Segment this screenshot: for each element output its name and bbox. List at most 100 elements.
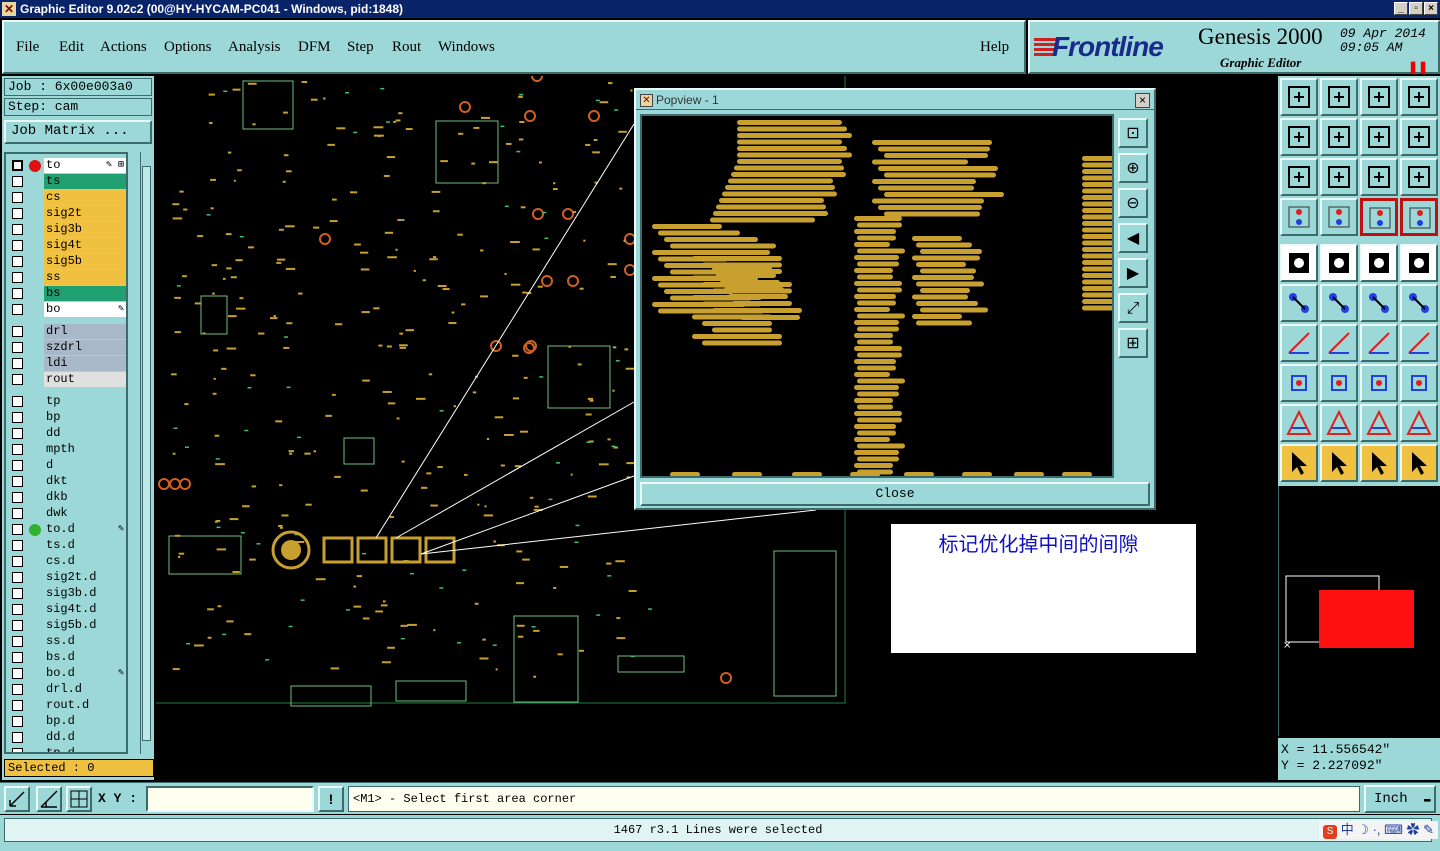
layer-row-szdrl[interactable]: szdrl <box>8 340 126 355</box>
layer-name[interactable]: dkb <box>44 490 126 505</box>
layer-name[interactable]: bp.d <box>44 714 126 729</box>
layer-name[interactable]: sig3b <box>44 222 126 237</box>
zoom-window-button[interactable]: ⊡ <box>1118 118 1148 148</box>
menu-analysis[interactable]: Analysis <box>228 39 281 56</box>
layer-name[interactable]: sig4t.d <box>44 602 126 617</box>
minimize-button[interactable]: _ <box>1394 2 1408 15</box>
layer-checkbox[interactable] <box>12 524 23 535</box>
layer-name[interactable]: sig3b.d <box>44 586 126 601</box>
layer-checkbox[interactable] <box>12 540 23 551</box>
layer-checkbox[interactable] <box>12 240 23 251</box>
layer-name[interactable]: to ✎ ⊞ <box>44 158 126 173</box>
sogou-icon[interactable]: S <box>1323 825 1338 839</box>
layer-name[interactable]: dkt <box>44 474 126 489</box>
layer-row-dwk[interactable]: dwk <box>8 506 126 521</box>
menu-actions[interactable]: Actions <box>100 39 147 56</box>
polygon-edit-button[interactable] <box>1360 404 1398 442</box>
layer-row-dkb[interactable]: dkb <box>8 490 126 505</box>
menu-step[interactable]: Step <box>347 39 374 56</box>
zoom-in-button[interactable]: ⊕ <box>1118 153 1148 183</box>
maximize-button[interactable]: ▫ <box>1409 2 1423 15</box>
layer-checkbox[interactable] <box>12 374 23 385</box>
zoom-out-button[interactable]: ⊖ <box>1118 188 1148 218</box>
layer-name[interactable]: ss.d <box>44 634 126 649</box>
home-button[interactable] <box>1360 78 1398 116</box>
layer-name[interactable]: cs <box>44 190 126 205</box>
layer-row-cs-d[interactable]: cs.d <box>8 554 126 569</box>
polygon-fill-button[interactable] <box>1400 404 1438 442</box>
layer-checkbox[interactable] <box>12 192 23 203</box>
menu-file[interactable]: File <box>16 39 39 56</box>
layer-checkbox[interactable] <box>12 412 23 423</box>
layer-checkbox[interactable] <box>12 508 23 519</box>
layer-name[interactable]: bp <box>44 410 126 425</box>
menu-options[interactable]: Options <box>164 39 212 56</box>
copy-feature-button[interactable] <box>1400 284 1438 322</box>
ime-toolbar[interactable]: S 中 ☽ ·, ⌨ ✿ ✎ <box>1319 821 1438 839</box>
layer-checkbox[interactable] <box>12 476 23 487</box>
exclamation-button[interactable]: ! <box>318 786 344 812</box>
delete-button[interactable] <box>1320 284 1358 322</box>
zoom-1-2-button[interactable] <box>1360 158 1398 196</box>
route-button[interactable] <box>1400 444 1438 482</box>
layer-name[interactable]: d <box>44 458 126 473</box>
layer-name[interactable]: bs <box>44 286 126 301</box>
layer-row-sig3b-d[interactable]: sig3b.d <box>8 586 126 601</box>
zoom-extents-button[interactable]: ⤢ <box>1118 293 1148 323</box>
redo-view-button[interactable] <box>1400 118 1438 156</box>
layer-checkbox[interactable] <box>12 588 23 599</box>
select-button[interactable] <box>1320 444 1358 482</box>
layer-name[interactable]: bo.d ✎ <box>44 666 126 681</box>
layer-name[interactable]: drl.d <box>44 682 126 697</box>
pan-left-button[interactable]: ◀ <box>1118 223 1148 253</box>
layer-row-to[interactable]: to ✎ ⊞ <box>8 158 126 173</box>
layer-row-drl-d[interactable]: drl.d <box>8 682 126 697</box>
help-button[interactable] <box>1400 158 1438 196</box>
layer-name[interactable]: ts.d <box>44 538 126 553</box>
step-up-button[interactable] <box>1280 78 1318 116</box>
layer-checkbox[interactable] <box>12 444 23 455</box>
pan-right-button[interactable]: ▶ <box>1118 258 1148 288</box>
scroll-thumb[interactable] <box>142 166 151 741</box>
rotate-button[interactable] <box>1360 324 1398 362</box>
layer-prev-button[interactable] <box>1280 118 1318 156</box>
layer-checkbox[interactable] <box>12 668 23 679</box>
layer-row-ts[interactable]: ts <box>8 174 126 189</box>
arc-tool-button[interactable] <box>1280 324 1318 362</box>
layer-checkbox[interactable] <box>12 732 23 743</box>
undo-view-button[interactable] <box>1360 118 1398 156</box>
layer-name[interactable]: ss <box>44 270 126 285</box>
layer-row-ldi[interactable]: ldi <box>8 356 126 371</box>
layer-name[interactable]: rout <box>44 372 126 387</box>
layer-name[interactable]: rout.d <box>44 698 126 713</box>
polygon-add-button[interactable] <box>1320 404 1358 442</box>
layer-checkbox[interactable] <box>12 572 23 583</box>
layer-row-bp[interactable]: bp <box>8 410 126 425</box>
layer-name[interactable]: sig5b <box>44 254 126 269</box>
layer-checkbox[interactable] <box>12 304 23 315</box>
line-tool-button[interactable] <box>1320 324 1358 362</box>
select-area-button[interactable] <box>1400 244 1438 282</box>
window-close-button[interactable]: × <box>1424 2 1438 15</box>
popview-canvas[interactable] <box>640 114 1114 478</box>
snap-mode-button[interactable] <box>4 786 30 812</box>
popview-close-x-button[interactable]: × <box>1135 93 1150 108</box>
layer-name[interactable]: dd <box>44 426 126 441</box>
layer-checkbox[interactable] <box>12 748 23 752</box>
layer-row-ss-d[interactable]: ss.d <box>8 634 126 649</box>
layer-checkbox[interactable] <box>12 396 23 407</box>
layer-name[interactable]: drl <box>44 324 126 339</box>
menu-dfm[interactable]: DFM <box>298 39 331 56</box>
move-feature-button[interactable] <box>1360 284 1398 322</box>
layer-checkbox[interactable] <box>12 428 23 439</box>
layer-row-bp-d[interactable]: bp.d <box>8 714 126 729</box>
layer-name[interactable]: ts <box>44 174 126 189</box>
layer-row-sig5b[interactable]: sig5b <box>8 254 126 269</box>
layer-checkbox[interactable] <box>12 492 23 503</box>
layer-row-ts-d[interactable]: ts.d <box>8 538 126 553</box>
layer-checkbox[interactable] <box>12 620 23 631</box>
layer-row-bo-d[interactable]: bo.d ✎ <box>8 666 126 681</box>
menu-windows[interactable]: Windows <box>438 39 495 56</box>
layer-row-rout-d[interactable]: rout.d <box>8 698 126 713</box>
popview-close-button[interactable]: Close <box>640 482 1150 506</box>
